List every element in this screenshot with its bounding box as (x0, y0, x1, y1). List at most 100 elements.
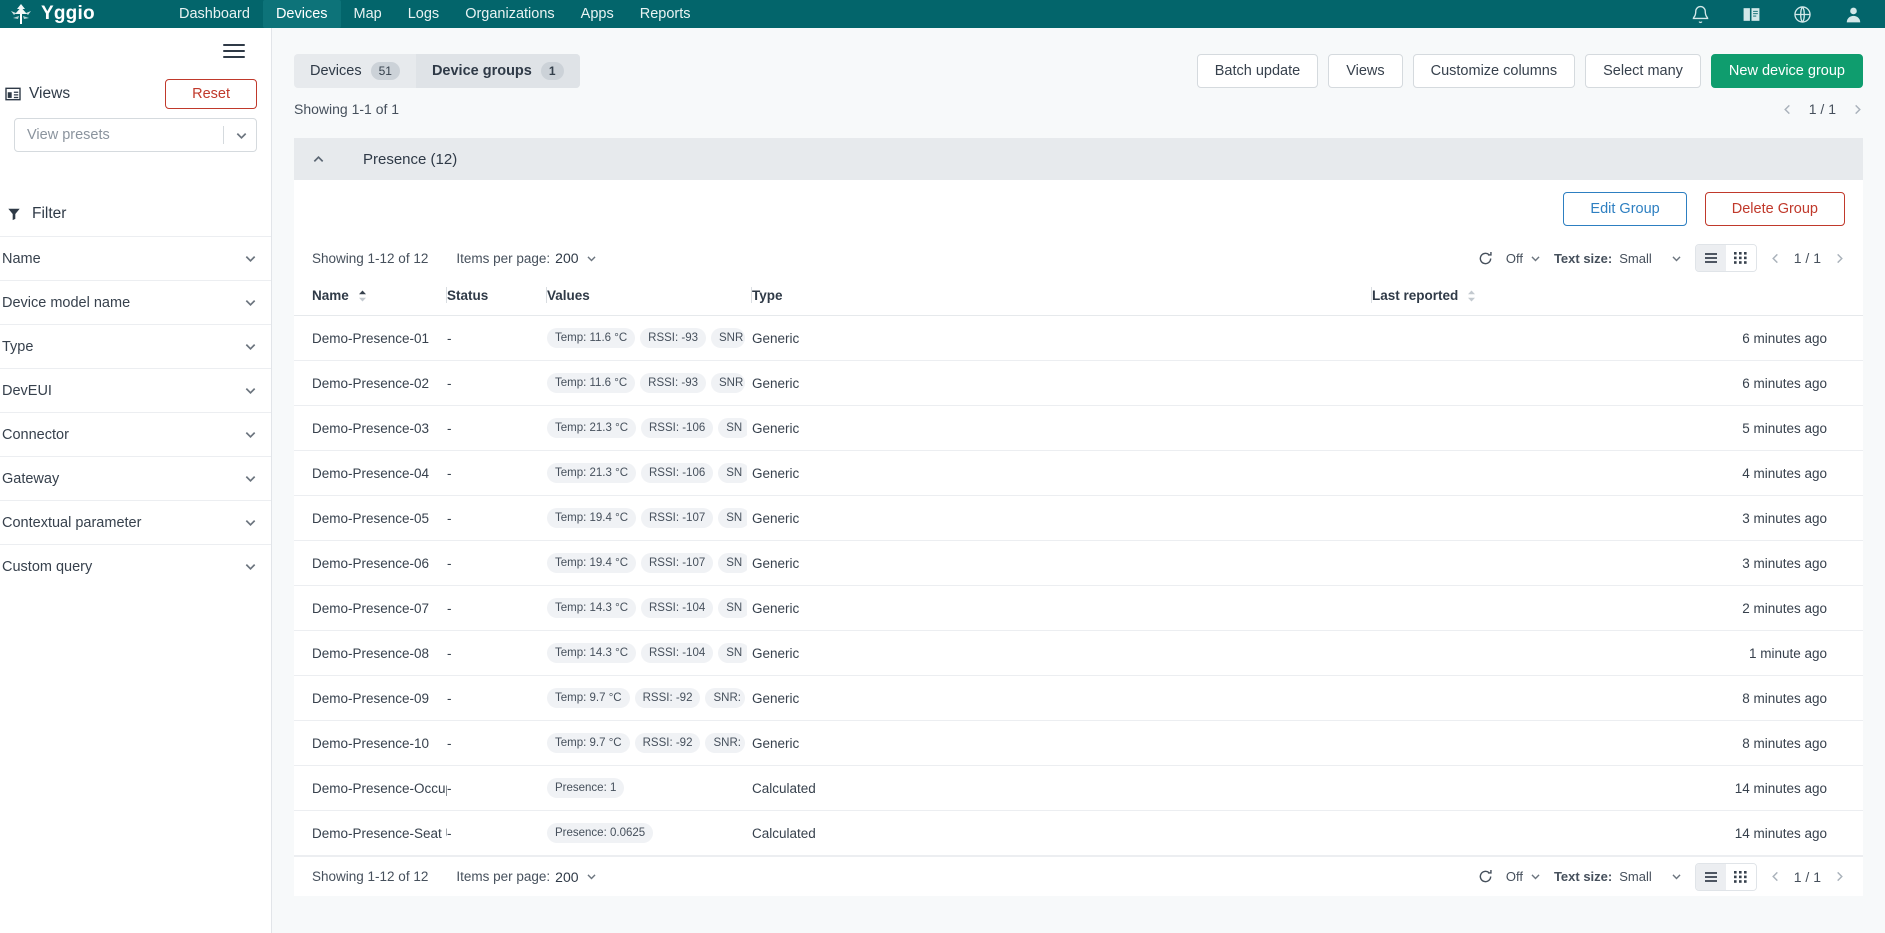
table-row[interactable]: Demo-Presence-01 - Temp: 11.6 °C RSSI: -93 S… (294, 315, 1863, 361)
column-header-last-reported[interactable]: Last reported (1372, 278, 1863, 316)
next-page-icon[interactable] (1834, 253, 1845, 264)
cell-name[interactable]: Demo-Presence-Occup (294, 765, 447, 811)
column-header-status[interactable]: Status (447, 278, 547, 316)
table-row[interactable]: Demo-Presence-Seat U - Presence: 0.0625 Cal… (294, 810, 1863, 856)
filter-item-contextual-parameter[interactable]: Contextual parameter (0, 500, 271, 544)
customize-columns-button[interactable]: Customize columns (1412, 54, 1576, 88)
edit-group-button[interactable]: Edit Group (1563, 192, 1687, 226)
device-name: Demo-Presence-05 (312, 510, 430, 526)
cell-name[interactable]: Demo-Presence-05 (294, 495, 447, 541)
value-chip: RSSI: -104 (641, 598, 714, 618)
refresh-interval-value: Off (1505, 250, 1523, 266)
cell-name[interactable]: Demo-Presence-Seat U (294, 810, 447, 856)
device-group-actions: Edit Group Delete Group (294, 180, 1863, 238)
value-chip-group: Temp: 14.3 °C RSSI: -104 SN (547, 643, 747, 663)
delete-group-button[interactable]: Delete Group (1704, 192, 1845, 226)
text-size-select[interactable]: Text size: Small (1554, 251, 1682, 266)
value-chip-group: Temp: 11.6 °C RSSI: -93 SNR (547, 328, 747, 348)
cell-name[interactable]: Demo-Presence-08 (294, 630, 447, 676)
next-page-icon[interactable] (1834, 871, 1845, 882)
tab-device-groups[interactable]: Device groups 1 (415, 54, 580, 88)
filter-item-type[interactable]: Type (0, 324, 271, 368)
table-row[interactable]: Demo-Presence-04 - Temp: 21.3 °C RSSI: -106… (294, 450, 1863, 496)
book-icon[interactable] (1742, 5, 1761, 24)
cell-name[interactable]: Demo-Presence-01 (294, 315, 447, 361)
refresh-icon[interactable] (1478, 869, 1493, 884)
column-header-type[interactable]: Type (752, 278, 932, 316)
nav-item-organizations[interactable]: Organizations (452, 0, 567, 28)
batch-update-button[interactable]: Batch update (1196, 54, 1319, 88)
column-header-name[interactable]: Name (294, 278, 447, 316)
nav-item-logs[interactable]: Logs (395, 0, 452, 28)
grid-view-icon[interactable] (1725, 245, 1756, 271)
table-row[interactable]: Demo-Presence-02 - Temp: 11.6 °C RSSI: -93 S… (294, 360, 1863, 406)
items-per-page[interactable]: Items per page: 200 (456, 869, 596, 885)
cell-name[interactable]: Demo-Presence-06 (294, 540, 447, 586)
next-page-icon[interactable] (1852, 104, 1863, 115)
refresh-interval-select[interactable]: Off (1506, 869, 1541, 884)
table-row[interactable]: Demo-Presence-06 - Temp: 19.4 °C RSSI: -107… (294, 540, 1863, 586)
refresh-icon[interactable] (1478, 251, 1493, 266)
divider (223, 126, 224, 144)
bell-icon[interactable] (1691, 5, 1710, 24)
items-per-page[interactable]: Items per page: 200 (456, 250, 596, 266)
nav-item-reports[interactable]: Reports (627, 0, 704, 28)
cell-last-reported: 3 minutes ago (1372, 540, 1863, 586)
table-row[interactable]: Demo-Presence-03 - Temp: 21.3 °C RSSI: -106… (294, 405, 1863, 451)
cell-last-reported: 8 minutes ago (1372, 720, 1863, 766)
brand[interactable]: Yggio (8, 3, 158, 25)
cell-values: Presence: 0.0625 (547, 810, 752, 856)
table-header-row: Name Status Values Type Last reported (294, 278, 1863, 316)
table-row[interactable]: Demo-Presence-07 - Temp: 14.3 °C RSSI: -104… (294, 585, 1863, 631)
value-chip: Temp: 9.7 °C (547, 688, 630, 708)
cell-name[interactable]: Demo-Presence-04 (294, 450, 447, 496)
table-page-indicator: 1 / 1 (1793, 868, 1821, 885)
table-row[interactable]: Demo-Presence-09 - Temp: 9.7 °C RSSI: -92 SN… (294, 675, 1863, 721)
previous-page-icon[interactable] (1770, 253, 1781, 264)
chevron-down-icon (586, 874, 596, 880)
views-button[interactable]: Views (1328, 54, 1403, 88)
filter-item-name[interactable]: Name (0, 236, 271, 280)
cell-name[interactable]: Demo-Presence-07 (294, 585, 447, 631)
nav-item-dashboard[interactable]: Dashboard (166, 0, 263, 28)
previous-page-icon[interactable] (1770, 871, 1781, 882)
select-many-button[interactable]: Select many (1585, 54, 1701, 88)
hamburger-icon[interactable] (223, 43, 245, 59)
new-device-group-button[interactable]: New device group (1710, 54, 1863, 88)
cell-type: Generic (752, 450, 932, 496)
reset-button[interactable]: Reset (165, 79, 257, 109)
filter-item-device-model-name[interactable]: Device model name (0, 280, 271, 324)
cell-name[interactable]: Demo-Presence-03 (294, 405, 447, 451)
cell-name[interactable]: Demo-Presence-02 (294, 360, 447, 406)
table-row[interactable]: Demo-Presence-10 - Temp: 9.7 °C RSSI: -92 SN… (294, 720, 1863, 766)
device-name: Demo-Presence-03 (312, 420, 430, 436)
cell-name[interactable]: Demo-Presence-09 (294, 675, 447, 721)
grid-view-icon[interactable] (1725, 863, 1756, 890)
device-group-header[interactable]: Presence (12) (294, 138, 1863, 180)
text-size-select[interactable]: Text size: Small (1554, 869, 1682, 884)
column-header-last-reported-label: Last reported (1372, 288, 1459, 303)
view-presets-select[interactable]: View presets (14, 118, 257, 152)
previous-page-icon[interactable] (1782, 104, 1793, 115)
filter-item-custom-query[interactable]: Custom query (0, 544, 271, 588)
chevron-up-icon[interactable] (312, 153, 325, 166)
chevron-down-icon (236, 132, 247, 139)
nav-item-map[interactable]: Map (341, 0, 395, 28)
table-row[interactable]: Demo-Presence-08 - Temp: 14.3 °C RSSI: -104… (294, 630, 1863, 676)
list-view-icon[interactable] (1695, 863, 1726, 890)
filter-item-deveui[interactable]: DevEUI (0, 368, 271, 412)
refresh-interval-select[interactable]: Off (1506, 251, 1541, 266)
table-row[interactable]: Demo-Presence-05 - Temp: 19.4 °C RSSI: -107… (294, 495, 1863, 541)
column-header-values[interactable]: Values (547, 278, 752, 316)
filter-item-connector[interactable]: Connector (0, 412, 271, 456)
nav-item-devices[interactable]: Devices (262, 0, 341, 28)
list-view-icon[interactable] (1695, 245, 1726, 271)
value-chip: SN (718, 643, 747, 663)
table-row[interactable]: Demo-Presence-Occup - Presence: 1 Calculate… (294, 765, 1863, 811)
filter-item-gateway[interactable]: Gateway (0, 456, 271, 500)
nav-item-apps[interactable]: Apps (568, 0, 627, 28)
cell-name[interactable]: Demo-Presence-10 (294, 720, 447, 766)
account-icon[interactable] (1844, 5, 1863, 24)
tab-devices[interactable]: Devices 51 (294, 54, 416, 88)
globe-icon[interactable] (1793, 5, 1812, 24)
